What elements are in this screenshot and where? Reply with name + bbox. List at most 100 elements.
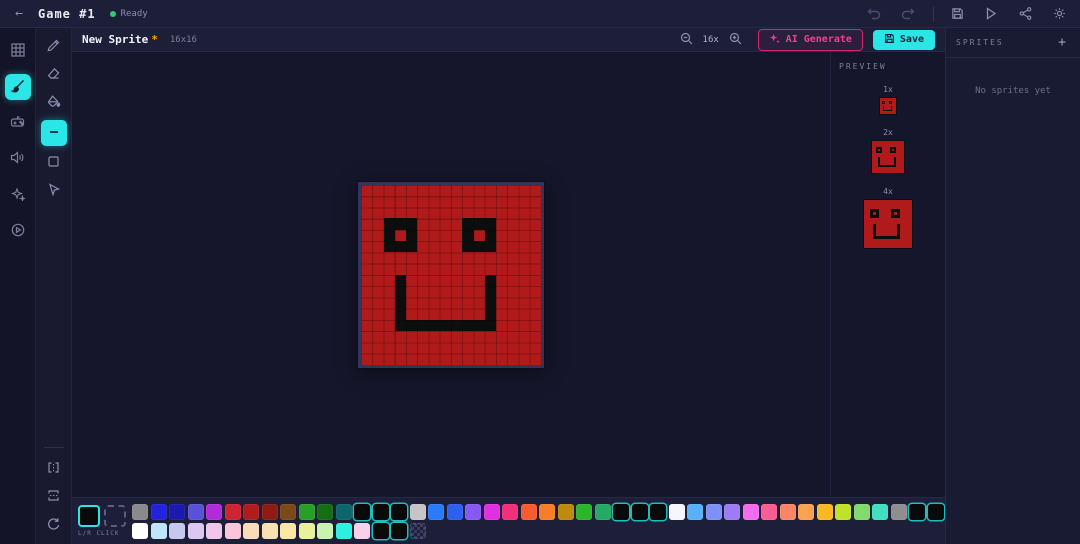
zoom-in-button[interactable] [729,32,742,48]
sidebar-item-audio[interactable] [5,146,31,172]
palette-swatch[interactable] [225,523,241,539]
preview-4x-sprite [864,200,912,248]
palette-swatch[interactable] [391,504,407,520]
palette-swatch[interactable] [798,504,814,520]
palette-swatch[interactable] [391,523,407,539]
palette-swatch[interactable] [909,504,925,520]
palette-swatch[interactable] [539,504,555,520]
palette-swatch[interactable] [687,504,703,520]
palette-swatch[interactable] [743,504,759,520]
redo-button[interactable] [895,4,921,24]
pixel-canvas-frame [358,182,544,368]
sidebar-item-map[interactable] [5,38,31,64]
palette-swatch[interactable] [650,504,666,520]
palette-grid [132,504,944,539]
palette-swatch[interactable] [243,504,259,520]
settings-button[interactable] [1046,4,1072,24]
palette-swatch[interactable] [669,504,685,520]
palette-swatch[interactable] [558,504,574,520]
palette-swatch[interactable] [595,504,611,520]
sparkles-icon [11,187,25,204]
palette-swatch[interactable] [373,504,389,520]
undo-button[interactable] [861,4,887,24]
palette-swatch-transparent[interactable] [410,523,426,539]
zoom-out-button[interactable] [680,32,693,48]
sidebar-item-sprite-editor[interactable] [5,74,31,100]
palette-swatch[interactable] [835,504,851,520]
zoom-controls: 16x [680,32,742,48]
palette-swatch[interactable] [280,523,296,539]
palette-swatch[interactable] [817,504,833,520]
save-project-button[interactable] [944,4,970,24]
back-button[interactable]: ← [0,6,38,21]
palette-swatch[interactable] [169,504,185,520]
palette-swatch[interactable] [428,504,444,520]
palette-swatch[interactable] [484,504,500,520]
tool-rectangle[interactable] [43,152,65,174]
save-sprite-button[interactable]: Save [873,30,935,50]
palette-swatch[interactable] [262,504,278,520]
palette-swatch[interactable] [336,523,352,539]
palette-swatch[interactable] [576,504,592,520]
tool-flip-vertical[interactable] [43,486,65,508]
palette-swatch[interactable] [280,504,296,520]
palette-swatch[interactable] [891,504,907,520]
sidebar-item-playtest[interactable] [5,218,31,244]
palette-swatch[interactable] [169,523,185,539]
tool-eraser[interactable] [43,64,65,86]
palette-swatch[interactable] [262,523,278,539]
palette-swatch[interactable] [447,504,463,520]
palette-swatch[interactable] [299,523,315,539]
tool-pencil[interactable] [43,36,65,58]
tool-fill-bucket[interactable] [43,92,65,114]
palette-swatch[interactable] [872,504,888,520]
palette-swatch[interactable] [465,504,481,520]
palette-swatch[interactable] [854,504,870,520]
palette-swatch[interactable] [613,504,629,520]
palette-swatch[interactable] [410,504,426,520]
palette-swatch[interactable] [928,504,944,520]
palette-swatch[interactable] [354,523,370,539]
palette-swatch[interactable] [225,504,241,520]
sidebar-item-game[interactable] [5,110,31,136]
sidebar-item-ai[interactable] [5,182,31,208]
secondary-color-swatch[interactable] [104,505,126,527]
palette-swatch[interactable] [132,523,148,539]
palette-swatch[interactable] [188,504,204,520]
palette-swatch[interactable] [706,504,722,520]
undo-icon [867,8,881,20]
canvas-wrap [72,52,830,497]
tool-flip-horizontal[interactable] [43,458,65,480]
tool-select[interactable] [43,180,65,202]
tool-rotate[interactable] [43,514,65,536]
palette-swatch[interactable] [336,504,352,520]
palette-swatch[interactable] [151,523,167,539]
palette-swatch[interactable] [299,504,315,520]
palette-swatch[interactable] [373,523,389,539]
palette-swatch[interactable] [761,504,777,520]
add-sprite-button[interactable]: + [1054,35,1070,50]
palette-swatch[interactable] [780,504,796,520]
palette-swatch[interactable] [521,504,537,520]
palette-swatch[interactable] [632,504,648,520]
tool-line[interactable] [41,120,67,146]
palette-swatch[interactable] [243,523,259,539]
preview-1x-sprite [880,98,896,114]
ai-generate-button[interactable]: AI Generate [758,29,863,51]
palette-swatch[interactable] [354,504,370,520]
palette-swatch[interactable] [724,504,740,520]
modified-marker: * [151,33,158,46]
palette-swatch[interactable] [317,504,333,520]
palette-swatch[interactable] [188,523,204,539]
palette-swatch[interactable] [206,504,222,520]
primary-color-swatch[interactable] [78,505,100,527]
pixel-canvas[interactable] [361,185,541,365]
share-button[interactable] [1012,4,1038,24]
palette-swatch[interactable] [206,523,222,539]
palette-swatch[interactable] [132,504,148,520]
run-game-button[interactable] [978,4,1004,24]
palette-swatch[interactable] [151,504,167,520]
sprite-name-field[interactable]: New Sprite [82,33,148,46]
palette-swatch[interactable] [317,523,333,539]
palette-swatch[interactable] [502,504,518,520]
